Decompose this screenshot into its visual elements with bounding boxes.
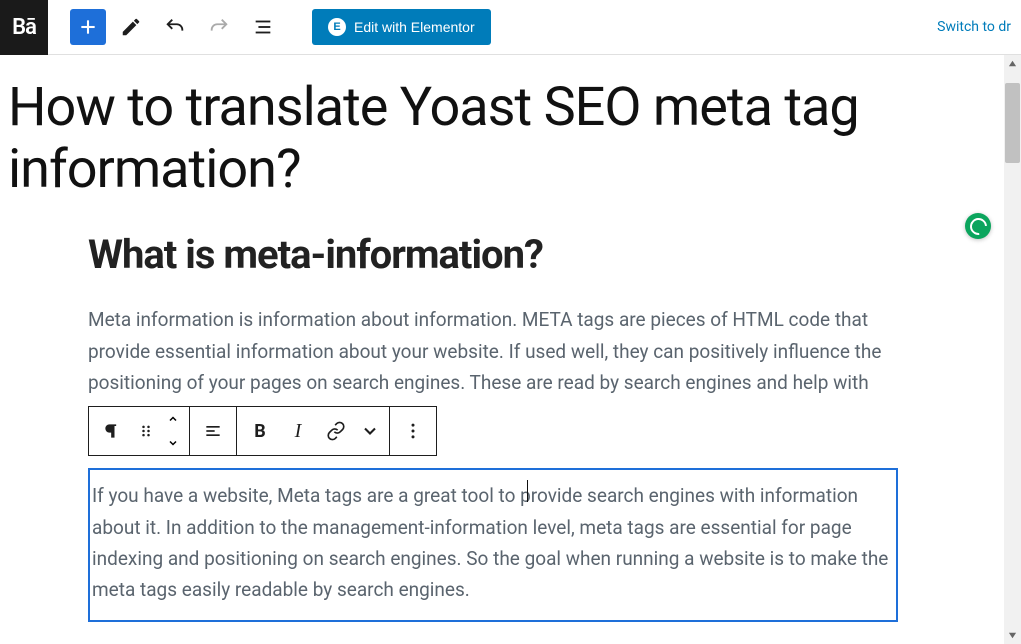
editor-canvas: How to translate Yoast SEO meta tag info… (0, 55, 1021, 644)
italic-button[interactable]: I (279, 407, 317, 455)
add-block-button[interactable] (70, 9, 106, 45)
chevron-up-icon (167, 413, 179, 425)
edit-tool-button[interactable] (112, 8, 150, 46)
scrollbar-thumb[interactable] (1005, 83, 1020, 163)
paragraph-text[interactable]: If you have a website, Meta tags are a g… (90, 480, 896, 605)
bold-button[interactable]: B (241, 407, 279, 455)
post-title[interactable]: How to translate Yoast SEO meta tag info… (8, 77, 1013, 201)
elementor-icon: E (328, 18, 346, 36)
elementor-button-label: Edit with Elementor (354, 19, 475, 35)
align-button[interactable] (194, 407, 232, 455)
scroll-down-button[interactable] (1004, 627, 1021, 644)
plus-icon (78, 17, 98, 37)
chevron-down-icon (167, 437, 179, 449)
chevron-down-icon (360, 421, 380, 441)
post-body: What is meta-information? Meta informati… (88, 231, 898, 644)
drag-icon (136, 421, 156, 441)
pencil-icon (120, 16, 142, 38)
link-icon (326, 421, 346, 441)
scrollbar-track[interactable] (1004, 55, 1021, 644)
top-toolbar: Bā E Edit with Elementor Switch to dr (0, 0, 1021, 55)
document-outline-button[interactable] (244, 8, 282, 46)
more-text-options-button[interactable] (355, 407, 385, 455)
align-left-icon (203, 421, 223, 441)
link-button[interactable] (317, 407, 355, 455)
triangle-down-icon (1008, 631, 1017, 640)
move-block-controls (161, 407, 185, 455)
block-toolbar: B I (88, 406, 437, 456)
grammarly-badge[interactable] (965, 213, 991, 239)
text-caret (527, 480, 528, 502)
paragraph-block[interactable]: Meta information is information about in… (88, 304, 898, 398)
redo-icon (208, 16, 230, 38)
undo-button[interactable] (156, 8, 194, 46)
triangle-up-icon (1008, 59, 1017, 68)
switch-to-draft-link[interactable]: Switch to dr (937, 19, 1011, 35)
move-down-button[interactable] (161, 431, 185, 455)
redo-button[interactable] (200, 8, 238, 46)
edit-with-elementor-button[interactable]: E Edit with Elementor (312, 9, 491, 45)
scroll-up-button[interactable] (1004, 55, 1021, 72)
move-up-button[interactable] (161, 407, 185, 431)
more-vertical-icon (403, 421, 423, 441)
selected-paragraph-block[interactable]: If you have a website, Meta tags are a g… (88, 468, 898, 621)
drag-handle[interactable] (131, 407, 161, 455)
more-options-button[interactable] (394, 407, 432, 455)
undo-icon (164, 16, 186, 38)
list-icon (252, 16, 274, 38)
site-logo[interactable]: Bā (0, 0, 48, 55)
section-heading[interactable]: What is meta-information? (88, 231, 898, 278)
paragraph-icon (102, 421, 122, 441)
toolbar-tools (70, 8, 282, 46)
block-type-button[interactable] (93, 407, 131, 455)
